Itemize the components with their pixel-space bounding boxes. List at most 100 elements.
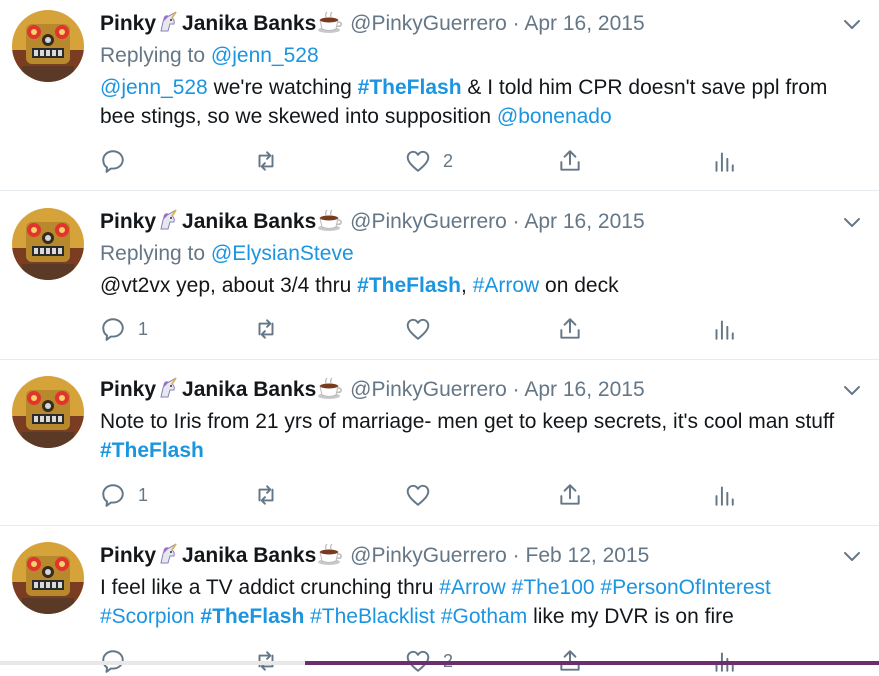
hashtag-link[interactable]: #TheFlash (357, 274, 461, 297)
display-name[interactable]: Pinky (100, 378, 156, 401)
reply-to-mention[interactable]: @ElysianSteve (211, 242, 354, 265)
hashtag-link[interactable]: #PersonOfInterest (600, 576, 770, 599)
tweet-actions: 2 (100, 146, 780, 176)
hashtag-link[interactable]: #Arrow (473, 274, 540, 297)
share-button[interactable] (557, 480, 583, 510)
display-name[interactable]: Pinky (100, 12, 156, 35)
mention-link[interactable]: @bonenado (497, 105, 612, 128)
user-handle[interactable]: @PinkyGuerrero (350, 378, 507, 401)
reply-count: 1 (138, 318, 149, 339)
user-handle[interactable]: @PinkyGuerrero (350, 12, 507, 35)
analytics-icon (710, 316, 736, 342)
display-name-2[interactable]: Janika Banks (182, 378, 316, 401)
retweet-button[interactable] (253, 314, 279, 344)
hashtag-link[interactable]: #Arrow (439, 576, 506, 599)
reply-icon (100, 316, 126, 342)
bottom-scroll-bar[interactable] (305, 661, 879, 665)
text-segment: I feel like a TV addict crunching thru (100, 576, 440, 599)
separator: · (512, 210, 520, 233)
bottom-scroll-track (0, 661, 305, 665)
replying-to: Replying to @jenn_528 (100, 42, 319, 70)
reply-count: 1 (138, 484, 149, 505)
text-segment: on deck (539, 274, 619, 297)
reply-button[interactable] (100, 146, 138, 176)
like-button[interactable] (405, 480, 443, 510)
tweet-date[interactable]: Feb 12, 2015 (526, 544, 650, 567)
tweet-date[interactable]: Apr 16, 2015 (524, 210, 644, 233)
analytics-button[interactable] (710, 480, 736, 510)
tweet-text: @vt2vx yep, about 3/4 thru #TheFlash, #A… (100, 271, 860, 300)
display-name[interactable]: Pinky (100, 544, 156, 567)
chevron-down-icon[interactable] (840, 210, 864, 234)
hot-beverage-emoji-icon (317, 10, 343, 42)
reply-prefix: Replying to (100, 242, 206, 265)
chevron-down-icon[interactable] (840, 544, 864, 568)
analytics-button[interactable] (710, 146, 736, 176)
retweet-button[interactable] (253, 146, 279, 176)
tweet[interactable]: Pinky Janika Banks @PinkyGuerrero · Apr 1… (0, 366, 879, 526)
robot-avatar-icon[interactable] (12, 10, 84, 82)
user-handle[interactable]: @PinkyGuerrero (350, 544, 507, 567)
share-button[interactable] (557, 314, 583, 344)
unicorn-emoji-icon (157, 542, 181, 574)
tweet-actions: 1 (100, 314, 780, 344)
chevron-down-icon[interactable] (840, 378, 864, 402)
heart-icon (405, 148, 431, 174)
hashtag-link[interactable]: #TheFlash (200, 605, 304, 628)
analytics-icon (710, 148, 736, 174)
mention-link[interactable]: @jenn_528 (100, 76, 208, 99)
share-icon (557, 482, 583, 508)
tweet-text: I feel like a TV addict crunching thru #… (100, 573, 860, 631)
hashtag-link[interactable]: #TheFlash (358, 76, 462, 99)
user-handle[interactable]: @PinkyGuerrero (350, 210, 507, 233)
share-icon (557, 148, 583, 174)
tweet-actions: 1 (100, 480, 780, 510)
tweet-text: Note to Iris from 21 yrs of marriage- me… (100, 407, 860, 465)
chevron-down-icon[interactable] (840, 12, 864, 36)
display-name-2[interactable]: Janika Banks (182, 12, 316, 35)
text-segment: , (461, 274, 473, 297)
hashtag-link[interactable]: #TheBlacklist (310, 605, 435, 628)
text-segment: like my DVR is on fire (527, 605, 734, 628)
display-name-2[interactable]: Janika Banks (182, 210, 316, 233)
unicorn-emoji-icon (157, 376, 181, 408)
separator: · (512, 544, 520, 567)
analytics-icon (710, 482, 736, 508)
separator: · (512, 378, 520, 401)
reply-prefix: Replying to (100, 44, 206, 67)
robot-avatar-icon[interactable] (12, 376, 84, 448)
unicorn-emoji-icon (157, 10, 181, 42)
reply-button[interactable]: 1 (100, 480, 148, 510)
hashtag-link[interactable]: #Gotham (441, 605, 527, 628)
text-segment: @vt2vx yep, about 3/4 thru (100, 274, 358, 297)
retweet-button[interactable] (253, 480, 279, 510)
reply-button[interactable]: 1 (100, 314, 148, 344)
like-button[interactable] (405, 314, 443, 344)
tweet[interactable]: Pinky Janika Banks @PinkyGuerrero · Apr 1… (0, 198, 879, 360)
text-segment: we're watching (207, 76, 358, 99)
hashtag-link[interactable]: #Scorpion (100, 605, 195, 628)
display-name[interactable]: Pinky (100, 210, 156, 233)
share-button[interactable] (557, 146, 583, 176)
tweet-header: Pinky Janika Banks @PinkyGuerrero · Feb 1… (100, 542, 649, 570)
separator: · (512, 12, 520, 35)
analytics-button[interactable] (710, 314, 736, 344)
robot-avatar-icon[interactable] (12, 542, 84, 614)
robot-avatar-icon[interactable] (12, 208, 84, 280)
like-button[interactable]: 2 (405, 146, 453, 176)
heart-icon (405, 482, 431, 508)
tweet-header: Pinky Janika Banks @PinkyGuerrero · Apr 1… (100, 10, 645, 38)
tweet-date[interactable]: Apr 16, 2015 (524, 12, 644, 35)
reply-to-mention[interactable]: @jenn_528 (211, 44, 319, 67)
display-name-2[interactable]: Janika Banks (182, 544, 316, 567)
hashtag-link[interactable]: #TheFlash (100, 439, 204, 462)
reply-icon (100, 148, 126, 174)
tweet-date[interactable]: Apr 16, 2015 (524, 378, 644, 401)
hot-beverage-emoji-icon (317, 208, 343, 240)
hashtag-link[interactable]: #The100 (512, 576, 595, 599)
retweet-icon (253, 316, 279, 342)
tweet-header: Pinky Janika Banks @PinkyGuerrero · Apr 1… (100, 376, 645, 404)
tweet[interactable]: Pinky Janika Banks @PinkyGuerrero · Feb 1… (0, 532, 879, 665)
tweet[interactable]: Pinky Janika Banks @PinkyGuerrero · Apr 1… (0, 0, 879, 191)
hot-beverage-emoji-icon (317, 542, 343, 574)
